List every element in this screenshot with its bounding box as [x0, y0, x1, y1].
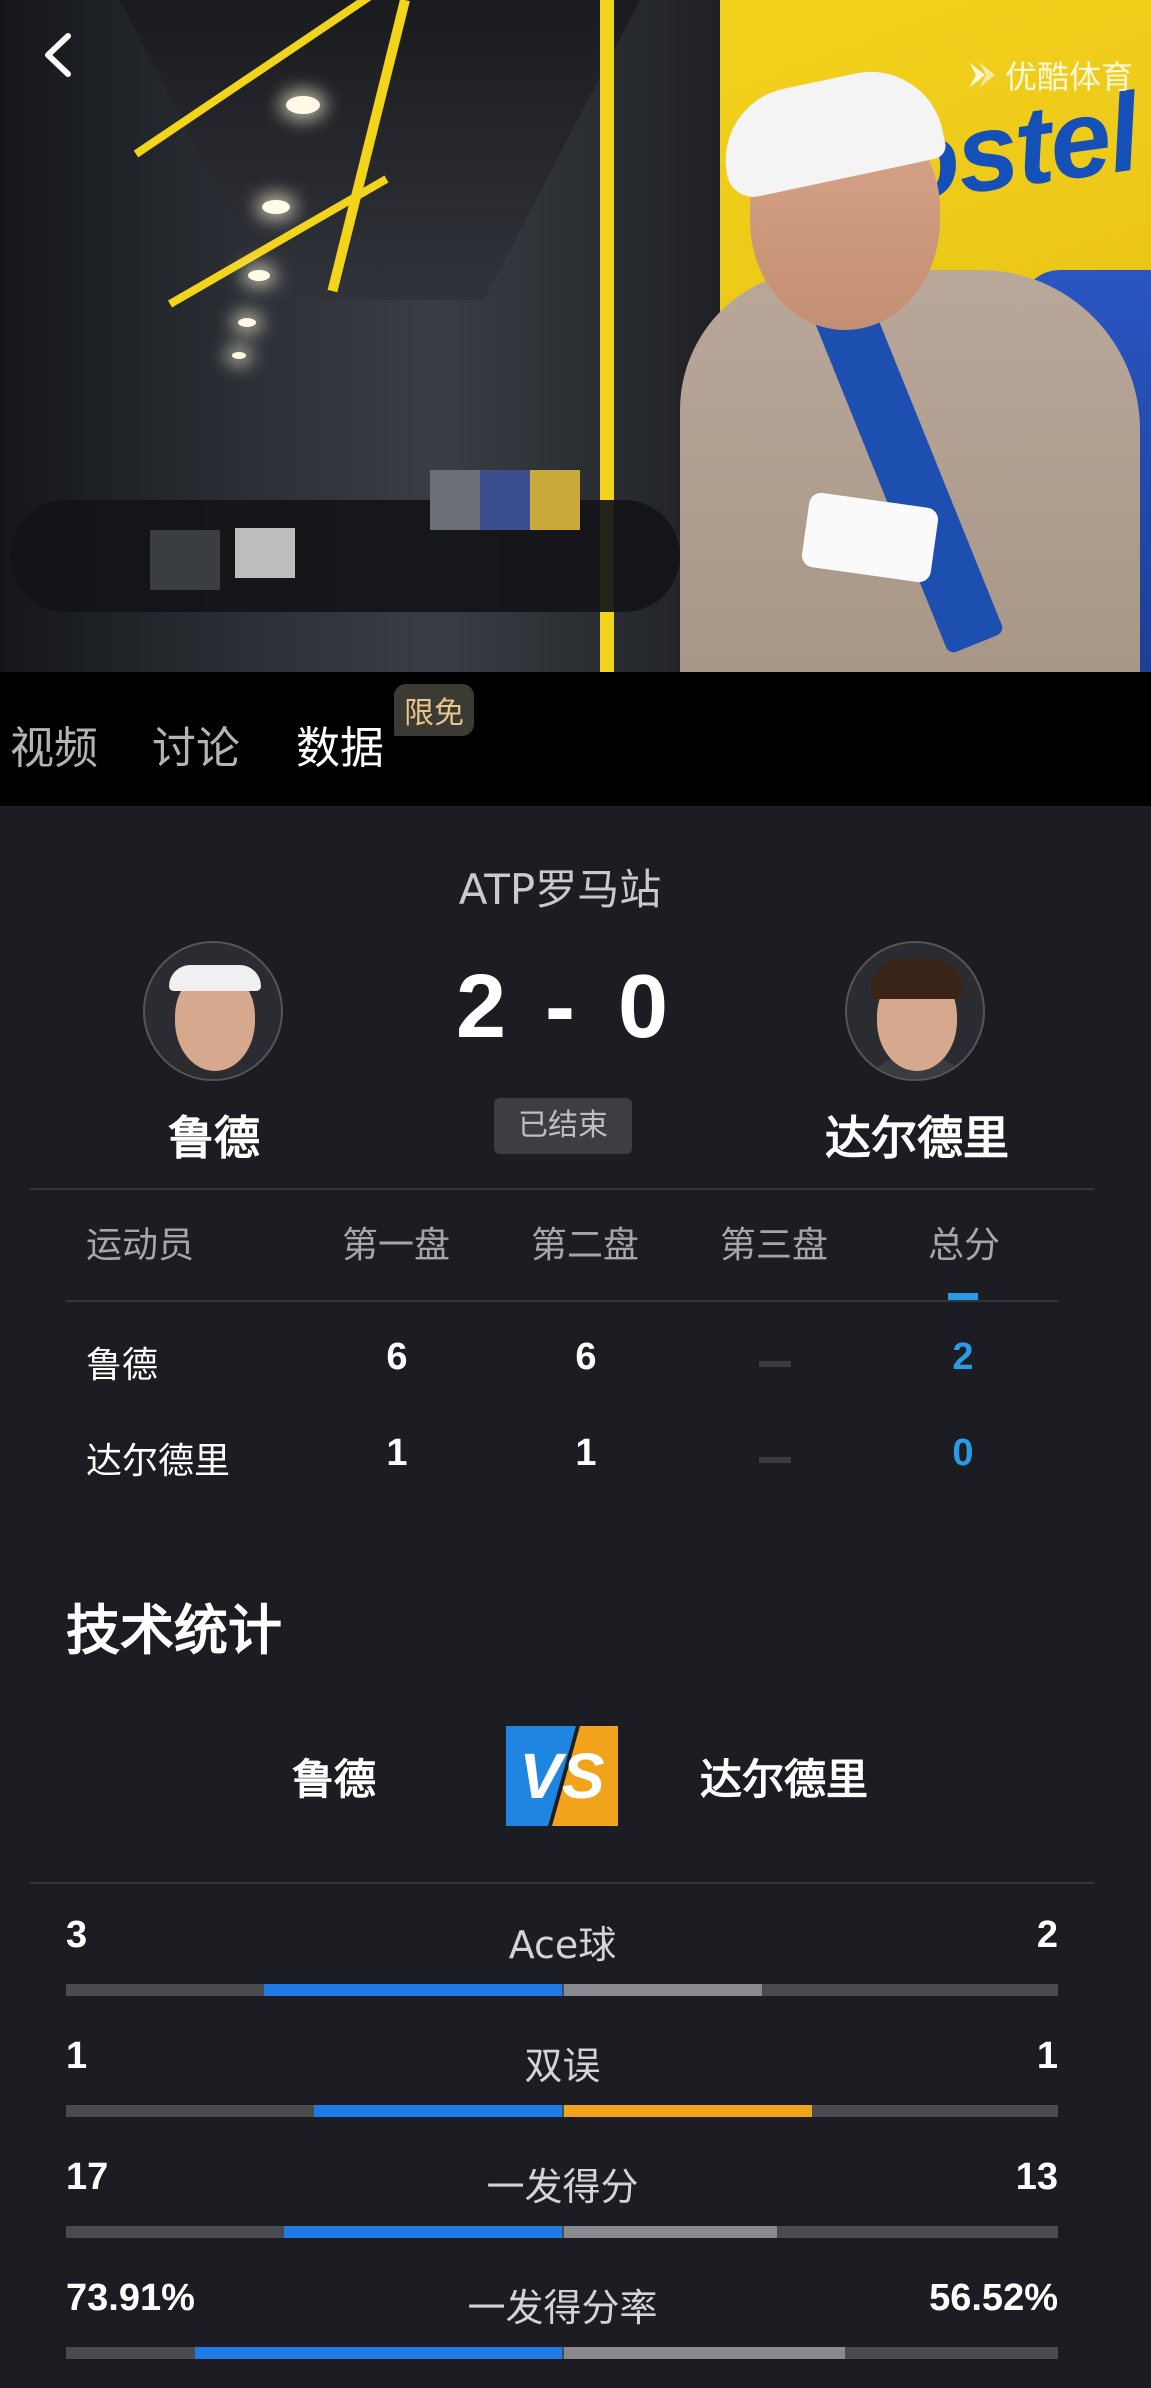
stat-label: Ace球 [508, 1923, 617, 1967]
row-total: 0 [952, 1432, 974, 1474]
data-panel: ATP罗马站 鲁德 2 - 0 已结束 达尔德里 运动员 第一盘 第二盘 第三盘… [0, 806, 1151, 2388]
chevron-left-icon [45, 33, 71, 77]
away-player-name: 达尔德里 [825, 1111, 1009, 1165]
row-player-name: 达尔德里 [86, 1441, 231, 1482]
tab-discussion[interactable]: 讨论 [152, 712, 240, 776]
total-column-indicator [948, 1293, 978, 1300]
ceiling-light [232, 352, 246, 359]
tab-bar: 视频 讨论 数据 限免 [0, 672, 1151, 806]
away-score: 0 [618, 957, 669, 1057]
stat-bar-track [66, 2105, 1058, 2117]
stat-bar-away [564, 2226, 777, 2238]
stat-bar-home [284, 2226, 562, 2238]
ceiling-light [248, 270, 270, 281]
stat-bar-away [564, 2347, 845, 2359]
stat-away-value: 13 [1015, 2156, 1058, 2198]
away-player-avatar[interactable] [845, 941, 985, 1081]
stat-away-value: 56.52% [929, 2277, 1058, 2319]
brand-name: 优酷体育 [1004, 58, 1133, 96]
stat-bar-home [314, 2105, 562, 2117]
match-title: ATP罗马站 [458, 865, 662, 914]
tech-stats-title: 技术统计 [66, 1599, 282, 1662]
vs-badge: VS [506, 1726, 618, 1826]
row-set1: 6 [386, 1336, 408, 1378]
stat-away-value: 2 [1036, 1914, 1058, 1956]
play-chevron-icon [968, 62, 995, 88]
vs-label: VS [519, 1740, 605, 1812]
back-button[interactable] [34, 28, 88, 82]
vs-home-name: 鲁德 [292, 1755, 377, 1804]
mosaic-block [235, 528, 295, 578]
row-set3-empty [759, 1361, 791, 1367]
home-player-name: 鲁德 [168, 1111, 260, 1165]
col-header-set2: 第二盘 [531, 1225, 640, 1266]
brand-watermark: 优酷体育 [965, 52, 1133, 98]
score-separator: - [545, 957, 575, 1057]
col-header-total: 总分 [928, 1225, 1001, 1266]
ceiling-light [286, 96, 320, 114]
table-divider [66, 1300, 1058, 1302]
ceiling-light [262, 200, 290, 214]
row-set2: 6 [575, 1336, 597, 1378]
section-divider [30, 1882, 1094, 1884]
blurred-caption [10, 470, 680, 612]
stat-bar-track [66, 2226, 1058, 2238]
video-player[interactable]: Postel 优酷体育 [0, 0, 1151, 672]
corridor-ceiling [120, 0, 640, 300]
stat-away-value: 1 [1036, 2035, 1058, 2077]
col-header-set3: 第三盘 [720, 1225, 829, 1266]
row-player-name: 鲁德 [86, 1345, 159, 1386]
stat-bar-away [564, 1984, 762, 1996]
mosaic-block [150, 530, 220, 590]
col-header-set1: 第一盘 [342, 1225, 451, 1266]
vs-away-name: 达尔德里 [700, 1755, 869, 1804]
stat-bar-home [195, 2347, 562, 2359]
home-score: 2 [456, 957, 507, 1057]
stat-bar-track [66, 2347, 1058, 2359]
tab-video[interactable]: 视频 [10, 712, 98, 776]
row-set1: 1 [386, 1432, 408, 1474]
ceiling-light [238, 318, 256, 327]
match-status-badge: 已结束 [494, 1098, 632, 1154]
stat-bar-away [564, 2105, 812, 2117]
col-header-player: 运动员 [86, 1225, 195, 1266]
mosaic-block [530, 470, 580, 530]
home-player-avatar[interactable] [143, 941, 283, 1081]
row-set3-empty [759, 1457, 791, 1463]
stat-bar-track [66, 1984, 1058, 1996]
avatar-headband [169, 965, 261, 991]
stat-label: 双误 [524, 2044, 601, 2088]
tab-data[interactable]: 数据 [296, 712, 384, 776]
mosaic-block [480, 470, 530, 530]
row-total: 2 [952, 1336, 974, 1378]
stat-bar-home [264, 1984, 562, 1996]
section-divider [30, 1188, 1094, 1190]
free-badge: 限免 [394, 684, 474, 736]
stat-label: 一发得分 [486, 2165, 639, 2209]
video-player-figure [600, 58, 1151, 672]
row-set2: 1 [575, 1432, 597, 1474]
avatar-hair [871, 959, 963, 999]
